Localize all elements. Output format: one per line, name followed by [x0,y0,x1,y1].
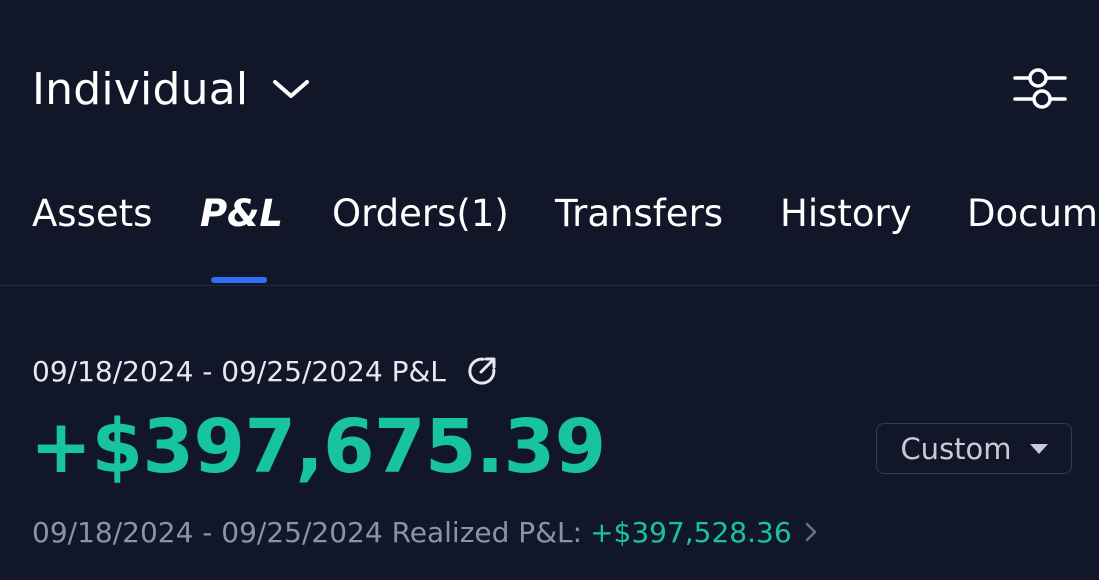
account-name: Individual [32,63,249,115]
tab-history[interactable]: History [780,192,912,235]
divider [0,285,1099,286]
tab-assets[interactable]: Assets [32,192,152,235]
sliders-icon[interactable] [1011,64,1069,112]
realized-pl-row[interactable]: 09/18/2024 - 09/25/2024 Realized P&L: +$… [32,510,818,554]
caret-down-icon [1029,443,1048,454]
tab-transfers[interactable]: Transfers [555,192,723,235]
active-tab-indicator [211,277,267,283]
realized-pl-label: 09/18/2024 - 09/25/2024 Realized P&L: [32,515,583,549]
tab-orders[interactable]: Orders(1) [332,192,509,235]
account-selector[interactable]: Individual [32,58,310,120]
tab-pl[interactable]: P&L [200,192,283,235]
chevron-right-icon [804,520,818,544]
tab-bar: Assets P&L Orders(1) Transfers History D… [0,180,1099,285]
share-external-icon[interactable] [466,355,498,387]
tab-documents[interactable]: Documents [967,192,1099,235]
pl-screen: Individual Assets P&L Orders(1) Transfer… [0,0,1099,580]
pl-range-row: 09/18/2024 - 09/25/2024 P&L [32,351,498,391]
chevron-down-icon [272,77,310,101]
period-selector-label: Custom [900,431,1012,466]
total-pl-value: +$397,675.39 [30,404,606,490]
period-selector[interactable]: Custom [876,423,1072,474]
pl-range-label: 09/18/2024 - 09/25/2024 P&L [32,354,446,388]
realized-pl-value: +$397,528.36 [590,515,792,549]
